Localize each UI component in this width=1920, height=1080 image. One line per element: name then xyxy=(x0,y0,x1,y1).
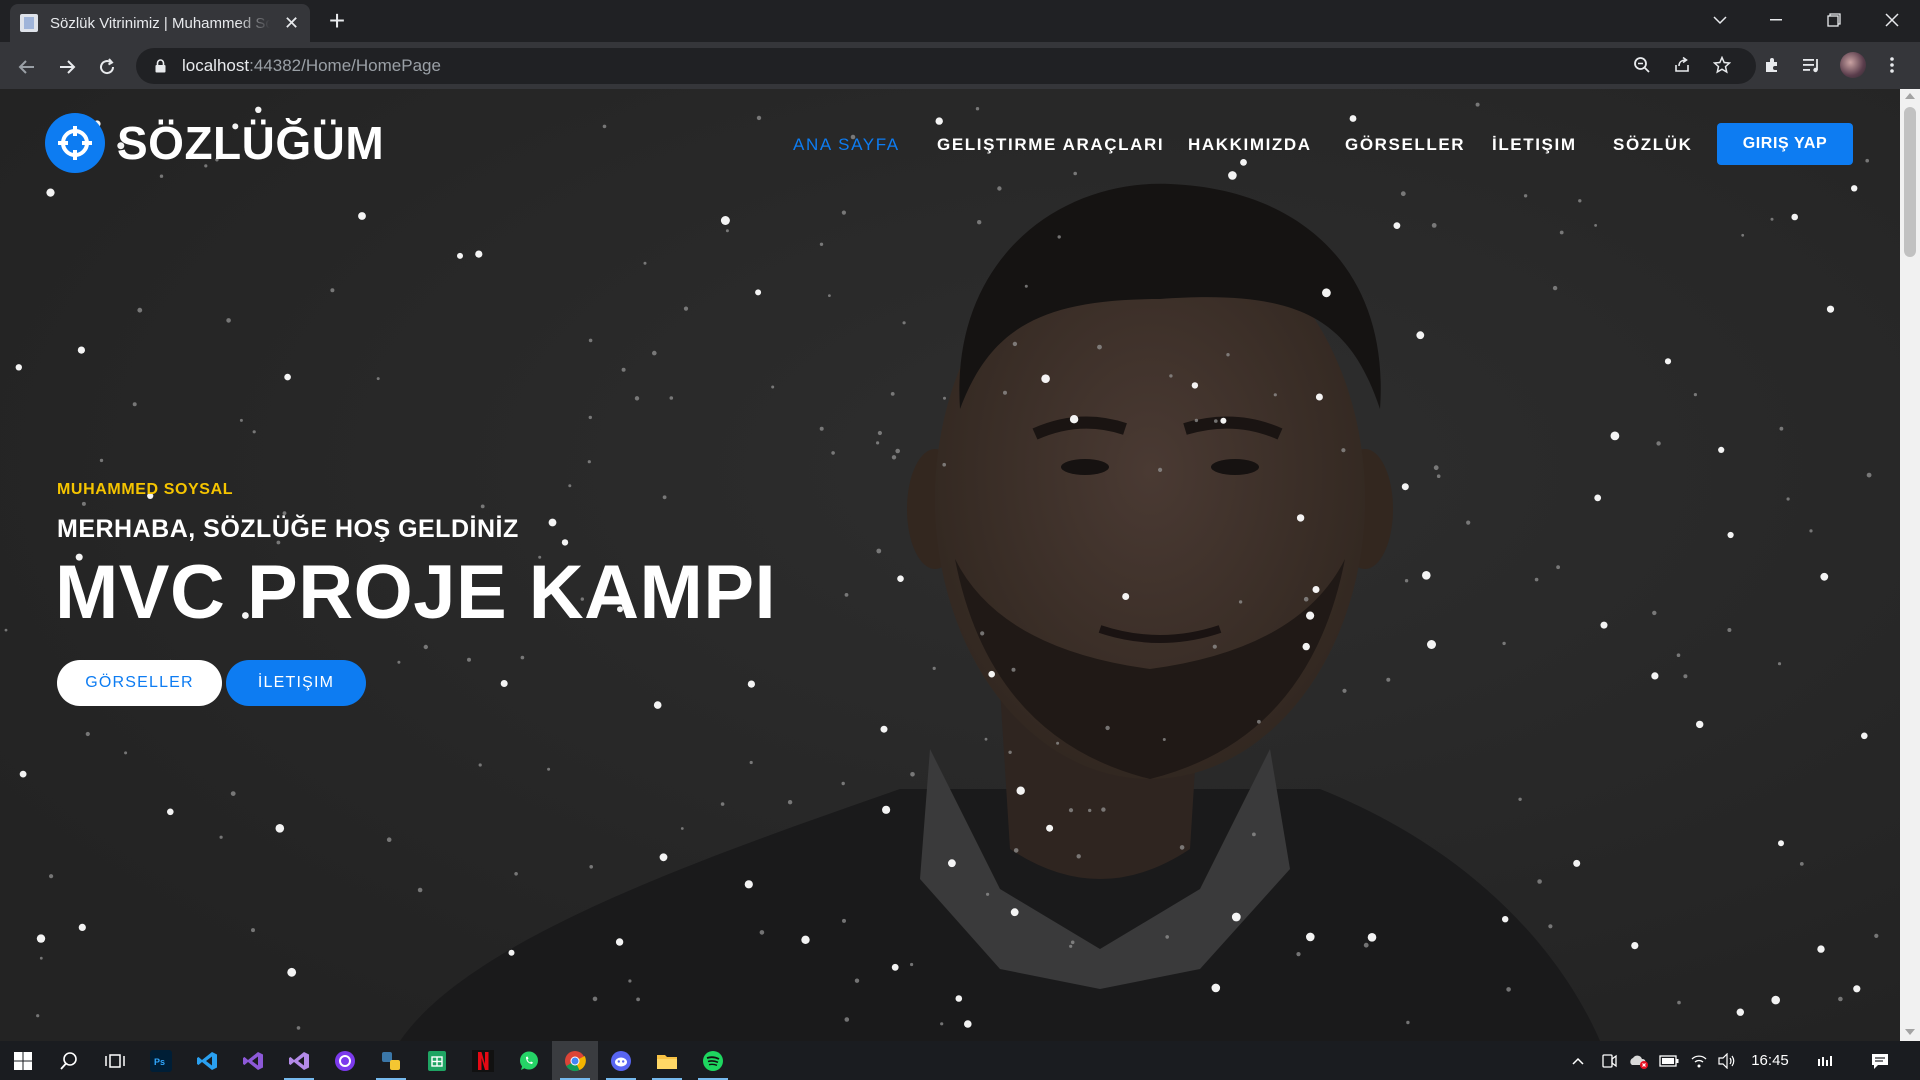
browser-toolbar: localhost:44382/Home/HomePage xyxy=(0,42,1920,89)
chrome-icon[interactable] xyxy=(552,1041,598,1080)
search-icon[interactable] xyxy=(46,1041,92,1080)
visual-studio-2-icon[interactable] xyxy=(276,1041,322,1080)
nav-iletisim[interactable]: İLETIŞIM xyxy=(1492,135,1577,155)
contact-button[interactable]: İLETIŞIM xyxy=(226,660,366,706)
netflix-icon[interactable] xyxy=(460,1041,506,1080)
crosshair-logo-icon xyxy=(45,113,105,173)
scroll-thumb[interactable] xyxy=(1904,107,1916,257)
language-icon[interactable] xyxy=(1812,1041,1838,1080)
sheets-icon[interactable] xyxy=(414,1041,460,1080)
windows-start-icon[interactable] xyxy=(0,1041,46,1080)
bookmark-star-icon[interactable] xyxy=(1707,50,1737,80)
battery-icon[interactable] xyxy=(1656,1041,1682,1080)
github-desktop-icon[interactable] xyxy=(322,1041,368,1080)
wifi-icon[interactable] xyxy=(1686,1041,1712,1080)
login-button[interactable]: GIRIŞ YAP xyxy=(1717,123,1853,165)
svg-text:Ps: Ps xyxy=(154,1057,165,1067)
back-icon[interactable] xyxy=(10,50,44,84)
taskbar-clock[interactable]: 16:45 xyxy=(1740,1041,1800,1080)
nav-hakkimizda[interactable]: HAKKIMIZDA xyxy=(1188,135,1312,155)
tab-title: Sözlük Vitrinimiz | Muhammed Soysal xyxy=(50,14,270,32)
windows-taskbar: Ps 16:45 xyxy=(0,1041,1920,1080)
nav-gelistirme-araclari[interactable]: GELIŞTIRME ARAÇLARI xyxy=(937,135,1164,155)
hero-subtitle: MERHABA, SÖZLÜĞE HOŞ GELDİNİZ xyxy=(57,515,519,543)
file-explorer-icon[interactable] xyxy=(644,1041,690,1080)
tab-search-icon[interactable] xyxy=(1692,0,1748,40)
vscode-icon[interactable] xyxy=(184,1041,230,1080)
python-icon[interactable] xyxy=(368,1041,414,1080)
photoshop-icon[interactable]: Ps xyxy=(138,1041,184,1080)
extensions-icon[interactable] xyxy=(1757,50,1787,80)
brand-name: SÖZLÜĞÜM xyxy=(117,117,385,169)
nav-ana-sayfa[interactable]: ANA SAYFA xyxy=(793,135,900,155)
close-tab-icon[interactable]: ✕ xyxy=(284,13,299,34)
share-icon[interactable] xyxy=(1667,50,1697,80)
gallery-button[interactable]: GÖRSELLER xyxy=(57,660,222,706)
notification-center-icon[interactable] xyxy=(1862,1041,1898,1080)
nav-gorseller[interactable]: GÖRSELLER xyxy=(1345,135,1465,155)
lock-icon[interactable] xyxy=(152,59,168,73)
page-viewport: SÖZLÜĞÜM ANA SAYFA GELIŞTIRME ARAÇLARI H… xyxy=(0,89,1900,1041)
browser-tab[interactable]: Sözlük Vitrinimiz | Muhammed Soysal ✕ xyxy=(10,4,310,42)
nav-sozluk[interactable]: SÖZLÜK xyxy=(1613,135,1692,155)
whatsapp-icon[interactable] xyxy=(506,1041,552,1080)
scroll-down-icon[interactable] xyxy=(1905,1029,1915,1035)
visual-studio-icon[interactable] xyxy=(230,1041,276,1080)
task-view-icon[interactable] xyxy=(92,1041,138,1080)
url-path: :44382/Home/HomePage xyxy=(249,56,441,75)
restore-icon[interactable] xyxy=(1806,0,1862,40)
media-control-icon[interactable] xyxy=(1797,50,1827,80)
page-scrollbar[interactable] xyxy=(1900,89,1920,1041)
profile-avatar[interactable] xyxy=(1838,50,1868,80)
forward-icon[interactable] xyxy=(50,50,84,84)
meet-now-icon[interactable] xyxy=(1596,1041,1622,1080)
hero-author: MUHAMMED SOYSAL xyxy=(57,481,234,498)
hero-title: MVC PROJE KAMPI xyxy=(55,550,777,635)
scroll-up-icon[interactable] xyxy=(1905,93,1915,99)
page-favicon-icon xyxy=(20,14,38,32)
tray-chevron-icon[interactable] xyxy=(1565,1041,1591,1080)
discord-icon[interactable] xyxy=(598,1041,644,1080)
zoom-icon[interactable] xyxy=(1627,50,1657,80)
browser-tabstrip: Sözlük Vitrinimiz | Muhammed Soysal ✕ + xyxy=(0,0,1920,42)
new-tab-icon[interactable]: + xyxy=(322,6,352,36)
url-host: localhost xyxy=(182,56,250,75)
site-brand[interactable]: SÖZLÜĞÜM xyxy=(45,113,384,173)
close-window-icon[interactable] xyxy=(1864,0,1920,40)
spotify-icon[interactable] xyxy=(690,1041,736,1080)
minimize-icon[interactable] xyxy=(1748,0,1804,40)
reload-icon[interactable] xyxy=(90,50,124,84)
onedrive-error-icon[interactable] xyxy=(1626,1041,1652,1080)
address-bar[interactable]: localhost:44382/Home/HomePage xyxy=(136,48,1756,84)
volume-icon[interactable] xyxy=(1714,1041,1740,1080)
browser-menu-icon[interactable] xyxy=(1877,50,1907,80)
